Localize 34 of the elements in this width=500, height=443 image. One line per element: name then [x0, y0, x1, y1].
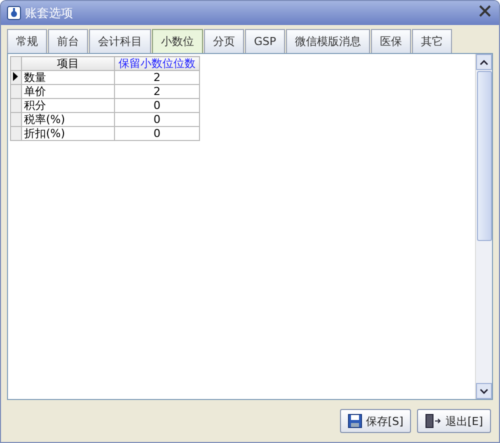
tab[interactable]: 常规 — [7, 29, 47, 53]
table-cell: 0 — [114, 98, 200, 112]
table-cell: 折扣(%) — [22, 126, 114, 140]
save-button[interactable]: 保存[S] — [340, 409, 412, 433]
tab[interactable]: 前台 — [48, 29, 88, 53]
table-cell: 数量 — [22, 70, 114, 84]
exit-button[interactable]: 退出[E] — [417, 409, 491, 433]
table-cell: 积分 — [22, 98, 114, 112]
table-cell: 0 — [114, 112, 200, 126]
table-cell: 0 — [114, 126, 200, 140]
tab[interactable]: GSP — [245, 29, 286, 53]
tab[interactable]: 分页 — [204, 29, 244, 53]
row-header — [10, 56, 22, 70]
scroll-down-button[interactable] — [476, 383, 492, 399]
tab[interactable]: 微信模版消息 — [286, 29, 370, 53]
app-icon — [7, 6, 21, 20]
table-cell: 税率(%) — [22, 112, 114, 126]
row-header[interactable] — [10, 70, 22, 84]
tab[interactable]: 医保 — [371, 29, 412, 53]
tab[interactable]: 会计科目 — [89, 29, 151, 53]
column-header: 保留小数位位数 — [114, 56, 200, 70]
table-cell: 单价 — [22, 84, 114, 98]
chevron-down-icon — [480, 388, 488, 394]
window-title: 账套选项 — [25, 4, 73, 22]
current-row-icon — [13, 72, 18, 80]
tab[interactable]: 其它 — [412, 29, 452, 53]
column-header: 项目 — [22, 56, 114, 70]
tab[interactable]: 小数位 — [152, 29, 203, 53]
exit-door-icon — [425, 414, 442, 428]
table-cell: 2 — [114, 84, 200, 98]
chevron-up-icon — [480, 60, 488, 64]
scroll-thumb[interactable] — [477, 71, 492, 241]
scroll-up-button[interactable] — [476, 54, 492, 70]
table-cell: 2 — [114, 70, 200, 84]
